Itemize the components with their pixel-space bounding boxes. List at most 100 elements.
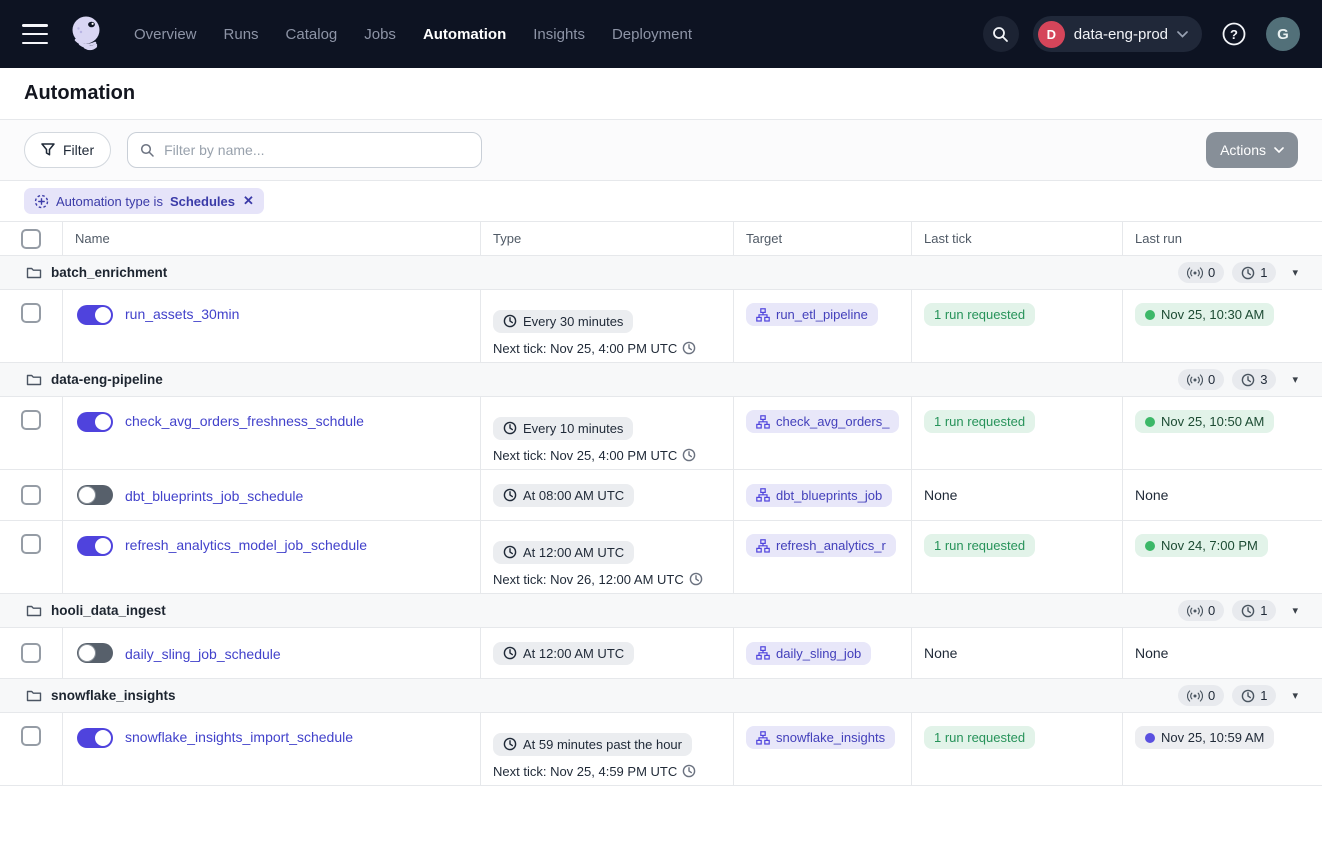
row-checkbox-cell [0,470,63,520]
schedule-name-link[interactable]: run_assets_30min [125,306,239,322]
group-row-batch-enrichment[interactable]: batch_enrichment01▾ [0,256,1322,290]
schedule-toggle[interactable] [77,728,113,748]
schedule-name-link[interactable]: check_avg_orders_freshness_schdule [125,413,364,429]
target-cell: run_etl_pipeline [734,290,912,362]
group-row-hooli-data-ingest[interactable]: hooli_data_ingest01▾ [0,594,1322,628]
deployment-name: data-eng-prod [1074,26,1168,43]
target-link[interactable]: check_avg_orders_ [746,410,899,433]
group-row-data-eng-pipeline[interactable]: data-eng-pipeline03▾ [0,363,1322,397]
nav-item-deployment[interactable]: Deployment [612,26,692,43]
table-header-row: NameTypeTargetLast tickLast run [0,222,1322,256]
last-run-badge[interactable]: Nov 24, 7:00 PM [1135,534,1268,557]
schedule-type-label: At 12:00 AM UTC [523,545,624,560]
sensor-icon [1187,374,1203,386]
target-label: dbt_blueprints_job [776,488,882,503]
nav-item-automation[interactable]: Automation [423,26,506,43]
name-cell: daily_sling_job_schedule [63,628,481,678]
target-link[interactable]: dbt_blueprints_job [746,484,892,507]
schedule-name-link[interactable]: refresh_analytics_model_job_schedule [125,537,367,553]
group-counts: 01▾ [1178,685,1298,706]
nav-item-runs[interactable]: Runs [224,26,259,43]
collapse-group-icon[interactable]: ▾ [1292,689,1298,702]
last-run-none: None [1135,487,1168,503]
folder-icon [26,604,42,618]
target-cell: daily_sling_job [734,628,912,678]
dagster-logo-icon[interactable] [66,13,108,55]
schedule-toggle[interactable] [77,305,113,325]
collapse-group-icon[interactable]: ▾ [1292,604,1298,617]
toggle-knob [94,537,112,555]
last-run-badge[interactable]: Nov 25, 10:30 AM [1135,303,1274,326]
target-link[interactable]: refresh_analytics_r [746,534,896,557]
schedule-name-link[interactable]: daily_sling_job_schedule [125,646,281,662]
row-checkbox[interactable] [21,534,41,554]
filter-button[interactable]: Filter [24,132,111,168]
collapse-group-icon[interactable]: ▾ [1292,266,1298,279]
top-nav-bar: Overview Runs Catalog Jobs Automation Insight… [0,0,1322,68]
last-run-cell: None [1123,628,1322,678]
row-checkbox-cell [0,397,63,469]
target-link[interactable]: run_etl_pipeline [746,303,878,326]
collapse-group-icon[interactable]: ▾ [1292,373,1298,386]
schedule-toggle[interactable] [77,536,113,556]
row-checkbox[interactable] [21,410,41,430]
target-link[interactable]: snowflake_insights [746,726,895,749]
search-icon[interactable] [983,16,1019,52]
remove-filter-icon[interactable]: ✕ [243,193,254,209]
table-row: run_assets_30min Every 30 minutesNext tic… [0,290,1322,363]
clock-icon [1241,689,1255,703]
row-checkbox[interactable] [21,485,41,505]
schedule-toggle[interactable] [77,643,113,663]
toggle-knob [94,729,112,747]
actions-button[interactable]: Actions [1206,132,1298,168]
sensor-count: 0 [1208,603,1215,618]
clock-icon [682,448,696,462]
last-tick-badge: 1 run requested [924,410,1035,433]
row-checkbox[interactable] [21,726,41,746]
nav-item-insights[interactable]: Insights [533,26,585,43]
menu-icon[interactable] [22,24,48,44]
row-checkbox[interactable] [21,643,41,663]
toggle-knob [94,306,112,324]
last-run-badge[interactable]: Nov 25, 10:59 AM [1135,726,1274,749]
help-icon[interactable]: ? [1216,16,1252,52]
run-status-dot [1145,541,1155,551]
type-cell: Every 30 minutesNext tick: Nov 25, 4:00 … [481,290,734,362]
schedule-name-link[interactable]: dbt_blueprints_job_schedule [125,488,303,504]
schedule-type-pill: At 12:00 AM UTC [493,642,634,665]
select-all-checkbox[interactable] [21,229,41,249]
job-icon [756,646,770,660]
last-run-cell: Nov 25, 10:50 AM [1123,397,1322,469]
schedule-count-badge: 1 [1232,262,1276,283]
nav-item-jobs[interactable]: Jobs [364,26,396,43]
schedule-type-pill: At 59 minutes past the hour [493,733,692,756]
target-link[interactable]: daily_sling_job [746,642,871,665]
type-cell: At 12:00 AM UTCNext tick: Nov 26, 12:00 … [481,521,734,593]
job-icon [756,415,770,429]
column-header-type: Type [481,222,734,255]
last-tick-badge: 1 run requested [924,534,1035,557]
schedule-toggle[interactable] [77,412,113,432]
last-run-badge[interactable]: Nov 25, 10:50 AM [1135,410,1274,433]
deployment-switcher[interactable]: D data-eng-prod [1033,16,1202,52]
name-filter-input[interactable] [162,141,469,159]
nav-item-overview[interactable]: Overview [134,26,197,43]
schedule-name-link[interactable]: snowflake_insights_import_schedule [125,729,353,745]
group-row-snowflake-insights[interactable]: snowflake_insights01▾ [0,679,1322,713]
svg-text:?: ? [1230,27,1238,42]
toggle-knob [94,413,112,431]
clock-icon [503,646,517,660]
schedule-toggle[interactable] [77,485,113,505]
user-avatar[interactable]: G [1266,17,1300,51]
main-nav: Overview Runs Catalog Jobs Automation Insight… [134,26,692,43]
sensor-count: 0 [1208,372,1215,387]
sensor-icon [1187,605,1203,617]
last-tick-none: None [924,645,957,661]
schedule-count-badge: 1 [1232,685,1276,706]
toggle-knob [78,644,96,662]
row-checkbox[interactable] [21,303,41,323]
next-tick-label: Next tick: Nov 25, 4:00 PM UTC [493,341,696,356]
filter-chip-automation-type[interactable]: Automation type is Schedules ✕ [24,188,264,214]
nav-item-catalog[interactable]: Catalog [286,26,338,43]
toggle-knob [78,486,96,504]
